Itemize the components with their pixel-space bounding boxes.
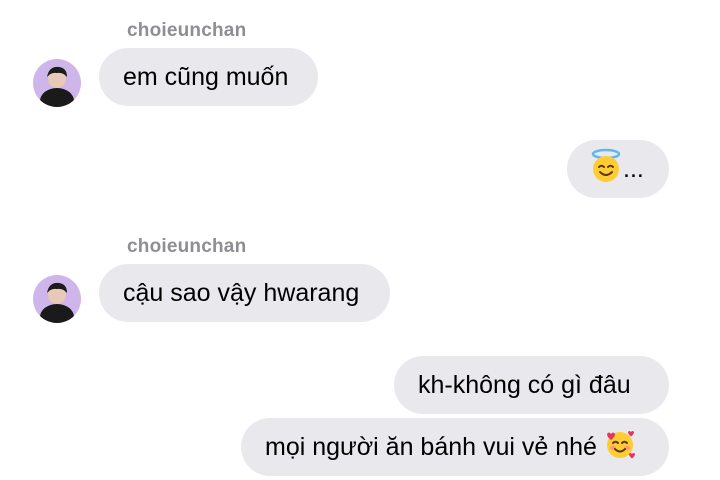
outgoing-message-bubble[interactable]: ...: [567, 140, 669, 198]
smiling-face-with-halo-icon: [589, 148, 623, 191]
message-text: ...: [623, 154, 644, 183]
message-text: mọi người ăn bánh vui vẻ nhé: [265, 432, 597, 461]
sender-name: choieunchan: [127, 236, 247, 257]
outgoing-message-bubble[interactable]: kh-không có gì đâu: [394, 356, 669, 414]
incoming-message-bubble[interactable]: cậu sao vậy hwarang: [99, 264, 390, 322]
incoming-message-bubble[interactable]: em cũng muốn: [99, 48, 318, 106]
message-text: kh-không có gì đâu: [418, 370, 631, 399]
message-text: em cũng muốn: [123, 62, 289, 91]
sender-name: choieunchan: [127, 20, 247, 41]
message-text: cậu sao vậy hwarang: [123, 278, 360, 307]
avatar[interactable]: [33, 275, 81, 323]
smiling-face-with-hearts-icon: [603, 427, 637, 468]
outgoing-message-bubble[interactable]: mọi người ăn bánh vui vẻ nhé: [241, 418, 669, 476]
avatar[interactable]: [33, 59, 81, 107]
